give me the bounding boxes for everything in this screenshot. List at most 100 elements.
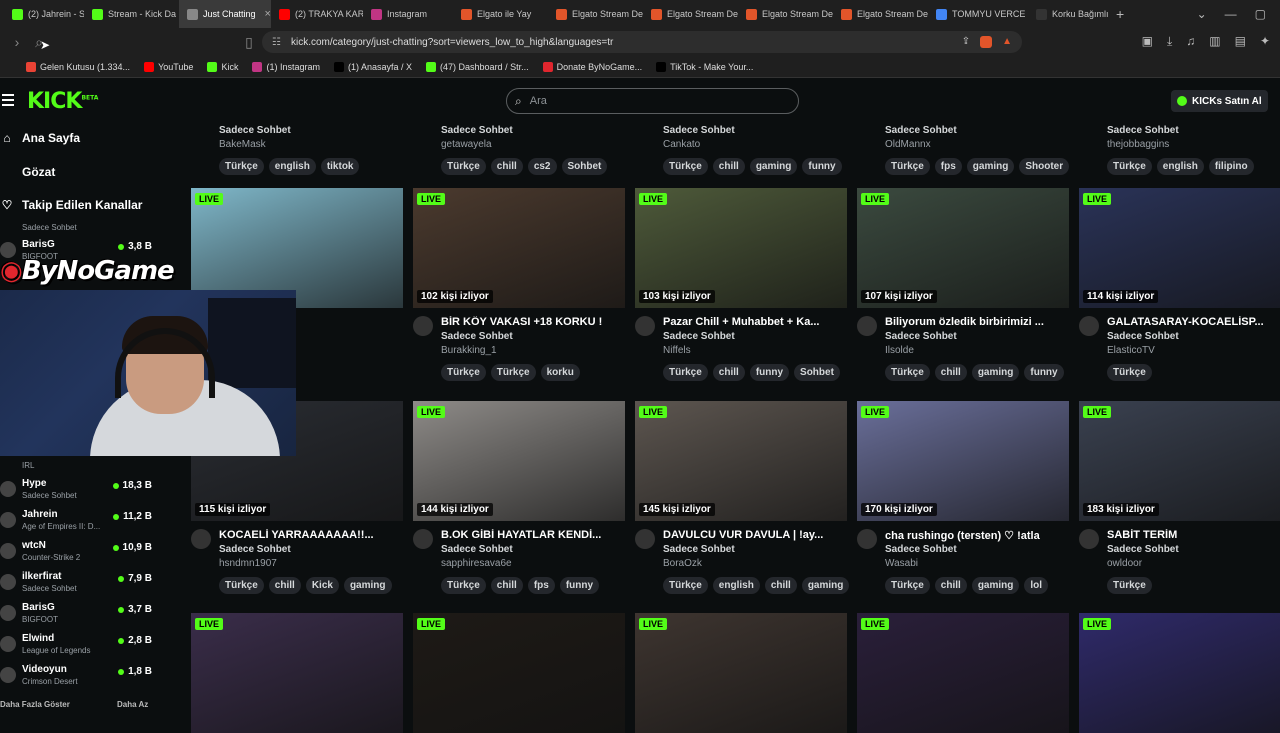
show-more-link[interactable]: Daha Fazla Göster (0, 700, 70, 709)
browser-tab[interactable]: Elgato Stream De (548, 0, 643, 28)
tag-chip[interactable]: Türkçe (441, 577, 486, 594)
tag-chip[interactable]: Sohbet (794, 364, 840, 381)
stream-category[interactable]: Sadece Sohbet (441, 125, 513, 136)
rewards-icon[interactable]: ▲ (1002, 36, 1012, 48)
stream-category[interactable]: Sadece Sohbet (663, 544, 735, 555)
streamer-name[interactable]: owldoor (1107, 558, 1142, 569)
avatar[interactable] (857, 529, 877, 549)
menu-icon[interactable] (2, 94, 14, 109)
tag-chip[interactable]: chill (712, 158, 745, 175)
stream-title[interactable]: B.OK GİBİ HAYATLAR KENDİ... (441, 529, 621, 541)
stream-category[interactable]: Sadece Sohbet (219, 125, 291, 136)
download-icon[interactable]: ⤓ (1167, 34, 1172, 49)
bookmark-item[interactable]: Gelen Kutusu (1.334... (26, 61, 130, 72)
site-info-icon[interactable]: ☷ (272, 37, 281, 48)
tag-chip[interactable]: chill (268, 577, 301, 594)
stream-thumbnail[interactable]: LIVE (635, 613, 847, 733)
tag-chip[interactable]: funny (1024, 364, 1064, 381)
stream-category[interactable]: Sadece Sohbet (663, 125, 735, 136)
browser-tab[interactable]: TOMMYU VERCE (928, 0, 1028, 28)
stream-thumbnail[interactable]: LIVE (1079, 613, 1280, 733)
media-icon[interactable]: ♫ (1186, 34, 1195, 49)
bookmark-item[interactable]: (1) Anasayfa / X (333, 61, 412, 72)
stream-category[interactable]: Sadece Sohbet (885, 125, 957, 136)
bookmark-item[interactable]: Donate ByNoGame... (542, 61, 642, 72)
sidebar-channel[interactable]: Hype Sadece Sohbet 18,3 B (0, 478, 160, 508)
tag-chip[interactable]: Türkçe (490, 364, 536, 381)
kick-logo[interactable]: KICKBETA (27, 89, 98, 114)
browser-tab[interactable]: Instagram (363, 0, 453, 28)
tag-chip[interactable]: Sohbet (561, 158, 608, 175)
browser-tab[interactable]: Elgato Stream De (833, 0, 928, 28)
minimize-icon[interactable]: — (1225, 7, 1237, 21)
close-icon[interactable]: × (265, 8, 271, 20)
tag-chip[interactable]: chill (712, 364, 745, 381)
streamer-name[interactable]: sapphiresava6e (441, 558, 512, 569)
avatar[interactable] (191, 529, 211, 549)
stream-thumbnail[interactable]: LIVE 102 kişi izliyor (413, 188, 625, 308)
bookmark-item[interactable]: YouTube (144, 61, 193, 72)
tag-chip[interactable]: gaming (966, 158, 1015, 175)
stream-category[interactable]: Sadece Sohbet (663, 331, 735, 342)
forward-icon[interactable]: › (6, 34, 28, 50)
tag-chip[interactable]: Shooter (1019, 158, 1070, 175)
tag-chip[interactable]: Türkçe (885, 577, 930, 594)
avatar[interactable] (413, 316, 433, 336)
nav-home[interactable]: ⌂ Ana Sayfa (0, 131, 80, 145)
stream-thumbnail[interactable]: LIVE 107 kişi izliyor (857, 188, 1069, 308)
tag-chip[interactable]: lol (1024, 577, 1049, 594)
tag-chip[interactable]: tiktok (320, 158, 360, 175)
chevron-down-icon[interactable]: ⌄ (1197, 7, 1207, 21)
tag-chip[interactable]: Türkçe (663, 577, 708, 594)
streamer-name[interactable]: Ilsolde (885, 345, 914, 356)
nav-browse[interactable]: Gözat (0, 165, 55, 179)
stream-category[interactable]: Sadece Sohbet (885, 544, 957, 555)
browser-tab[interactable]: (2) TRAKYA KARŞ (271, 0, 363, 28)
sidebar-channel[interactable]: ilkerfirat Sadece Sohbet 7,9 B (0, 571, 160, 601)
stream-title[interactable]: SABİT TERİM (1107, 529, 1280, 541)
share-icon[interactable]: ⇪ (962, 36, 970, 48)
tag-chip[interactable]: Türkçe (441, 158, 486, 175)
browser-tab[interactable]: Elgato Stream De (738, 0, 833, 28)
stream-thumbnail[interactable]: LIVE (413, 613, 625, 733)
avatar[interactable] (1079, 529, 1099, 549)
streamer-name[interactable]: ElasticoTV (1107, 345, 1155, 356)
browser-tab[interactable]: Stream - Kick Da (84, 0, 179, 28)
bookmark-item[interactable]: (47) Dashboard / Str... (426, 61, 529, 72)
tag-chip[interactable]: Türkçe (663, 364, 708, 381)
stream-thumbnail[interactable]: LIVE 145 kişi izliyor (635, 401, 847, 521)
tag-chip[interactable]: cs2 (527, 158, 557, 175)
stream-thumbnail[interactable]: LIVE 144 kişi izliyor (413, 401, 625, 521)
new-tab-icon[interactable]: + (1108, 6, 1132, 22)
stream-thumbnail[interactable]: LIVE (191, 613, 403, 733)
tag-chip[interactable]: funny (749, 364, 790, 381)
stream-thumbnail[interactable]: LIVE (857, 613, 1069, 733)
tag-chip[interactable]: Türkçe (441, 364, 486, 381)
streamer-name[interactable]: thejobbaggins (1107, 139, 1169, 150)
avatar[interactable] (857, 316, 877, 336)
stream-category[interactable]: Sadece Sohbet (1107, 544, 1179, 555)
streamer-name[interactable]: BakeMask (219, 139, 266, 150)
search-input[interactable]: ⌕ Ara (506, 88, 799, 114)
leo-icon[interactable]: ✦ (1260, 34, 1270, 49)
streamer-name[interactable]: BoraOzk (663, 558, 702, 569)
streamer-name[interactable]: Cankato (663, 139, 700, 150)
stream-title[interactable]: KOCAELİ YARRAAAAAAA!!... (219, 529, 399, 541)
tag-chip[interactable]: fps (934, 158, 962, 175)
streamer-name[interactable]: Burakking_1 (441, 345, 497, 356)
stream-category[interactable]: Sadece Sohbet (885, 331, 957, 342)
tag-chip[interactable]: Türkçe (219, 577, 264, 594)
tag-chip[interactable]: funny (802, 158, 842, 175)
stream-thumbnail[interactable]: LIVE 114 kişi izliyor (1079, 188, 1280, 308)
stream-title[interactable]: GALATASARAY-KOCAELİSP... (1107, 316, 1280, 328)
bookmark-item[interactable]: TikTok - Make Your... (656, 61, 753, 72)
tag-chip[interactable]: gaming (343, 577, 392, 594)
tag-chip[interactable]: chill (490, 577, 523, 594)
tag-chip[interactable]: chill (934, 577, 967, 594)
browser-tab[interactable]: Elgato ile Yay (453, 0, 548, 28)
url-field[interactable]: ☷ kick.com/category/just-chatting?sort=v… (262, 31, 1022, 53)
avatar[interactable] (1079, 316, 1099, 336)
tag-chip[interactable]: english (1156, 158, 1204, 175)
brave-shield-icon[interactable] (980, 36, 993, 48)
streamer-name[interactable]: getawayela (441, 139, 492, 150)
